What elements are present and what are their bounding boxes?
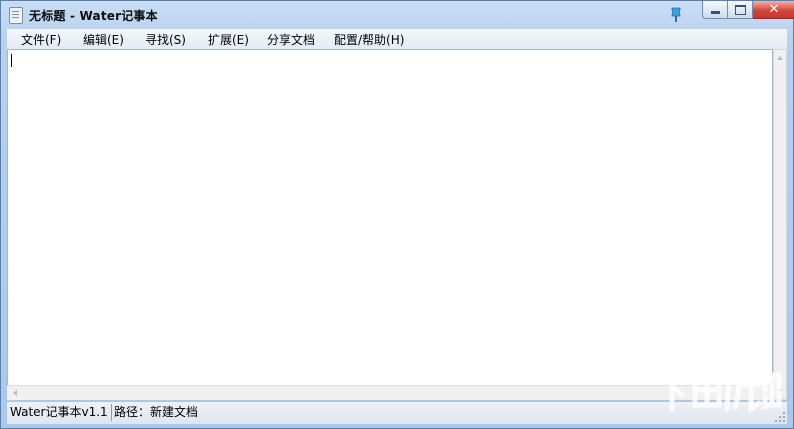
menu-edit[interactable]: 编辑(E) [83,31,124,48]
pin-icon[interactable] [669,6,683,23]
menu-config-help[interactable]: 配置/帮助(H) [334,31,404,48]
scroll-left-arrow-icon[interactable] [13,390,17,396]
scroll-right-arrow-icon[interactable] [763,390,767,396]
editor-pane [7,49,773,400]
close-button[interactable]: ✕ [753,1,794,19]
title-bar[interactable]: 无标题 - Water记事本 ✕ [1,1,794,30]
status-path: 路径：新建文档 [114,405,199,419]
scroll-down-arrow-icon[interactable] [777,389,783,393]
app-window: 无标题 - Water记事本 ✕ 文件(F) 编辑(E) 寻找(S) 扩展(E)… [0,0,794,429]
vertical-scrollbar[interactable] [773,49,787,400]
maximize-icon [734,4,746,15]
maximize-button[interactable] [728,1,753,19]
text-caret [11,54,12,67]
scroll-up-arrow-icon[interactable] [777,56,783,60]
window-title: 无标题 - Water记事本 [29,9,158,23]
menu-find[interactable]: 寻找(S) [145,31,186,48]
menu-bar: 文件(F) 编辑(E) 寻找(S) 扩展(E) 分享文档 配置/帮助(H) [7,29,787,50]
notepad-icon[interactable] [9,7,23,24]
minimize-button[interactable] [702,1,728,19]
menu-share[interactable]: 分享文档 [267,31,315,48]
status-bar: Water记事本v1.1 路径：新建文档 [7,401,787,424]
resize-grip-icon[interactable] [775,412,785,422]
menu-file[interactable]: 文件(F) [21,31,61,48]
minimize-icon [710,11,720,14]
text-editor[interactable] [8,50,772,399]
close-icon: ✕ [768,2,780,17]
menu-extend[interactable]: 扩展(E) [208,31,249,48]
horizontal-scrollbar[interactable] [7,385,773,400]
status-version: Water记事本v1.1 [10,404,112,421]
caption-buttons: ✕ [702,1,794,21]
